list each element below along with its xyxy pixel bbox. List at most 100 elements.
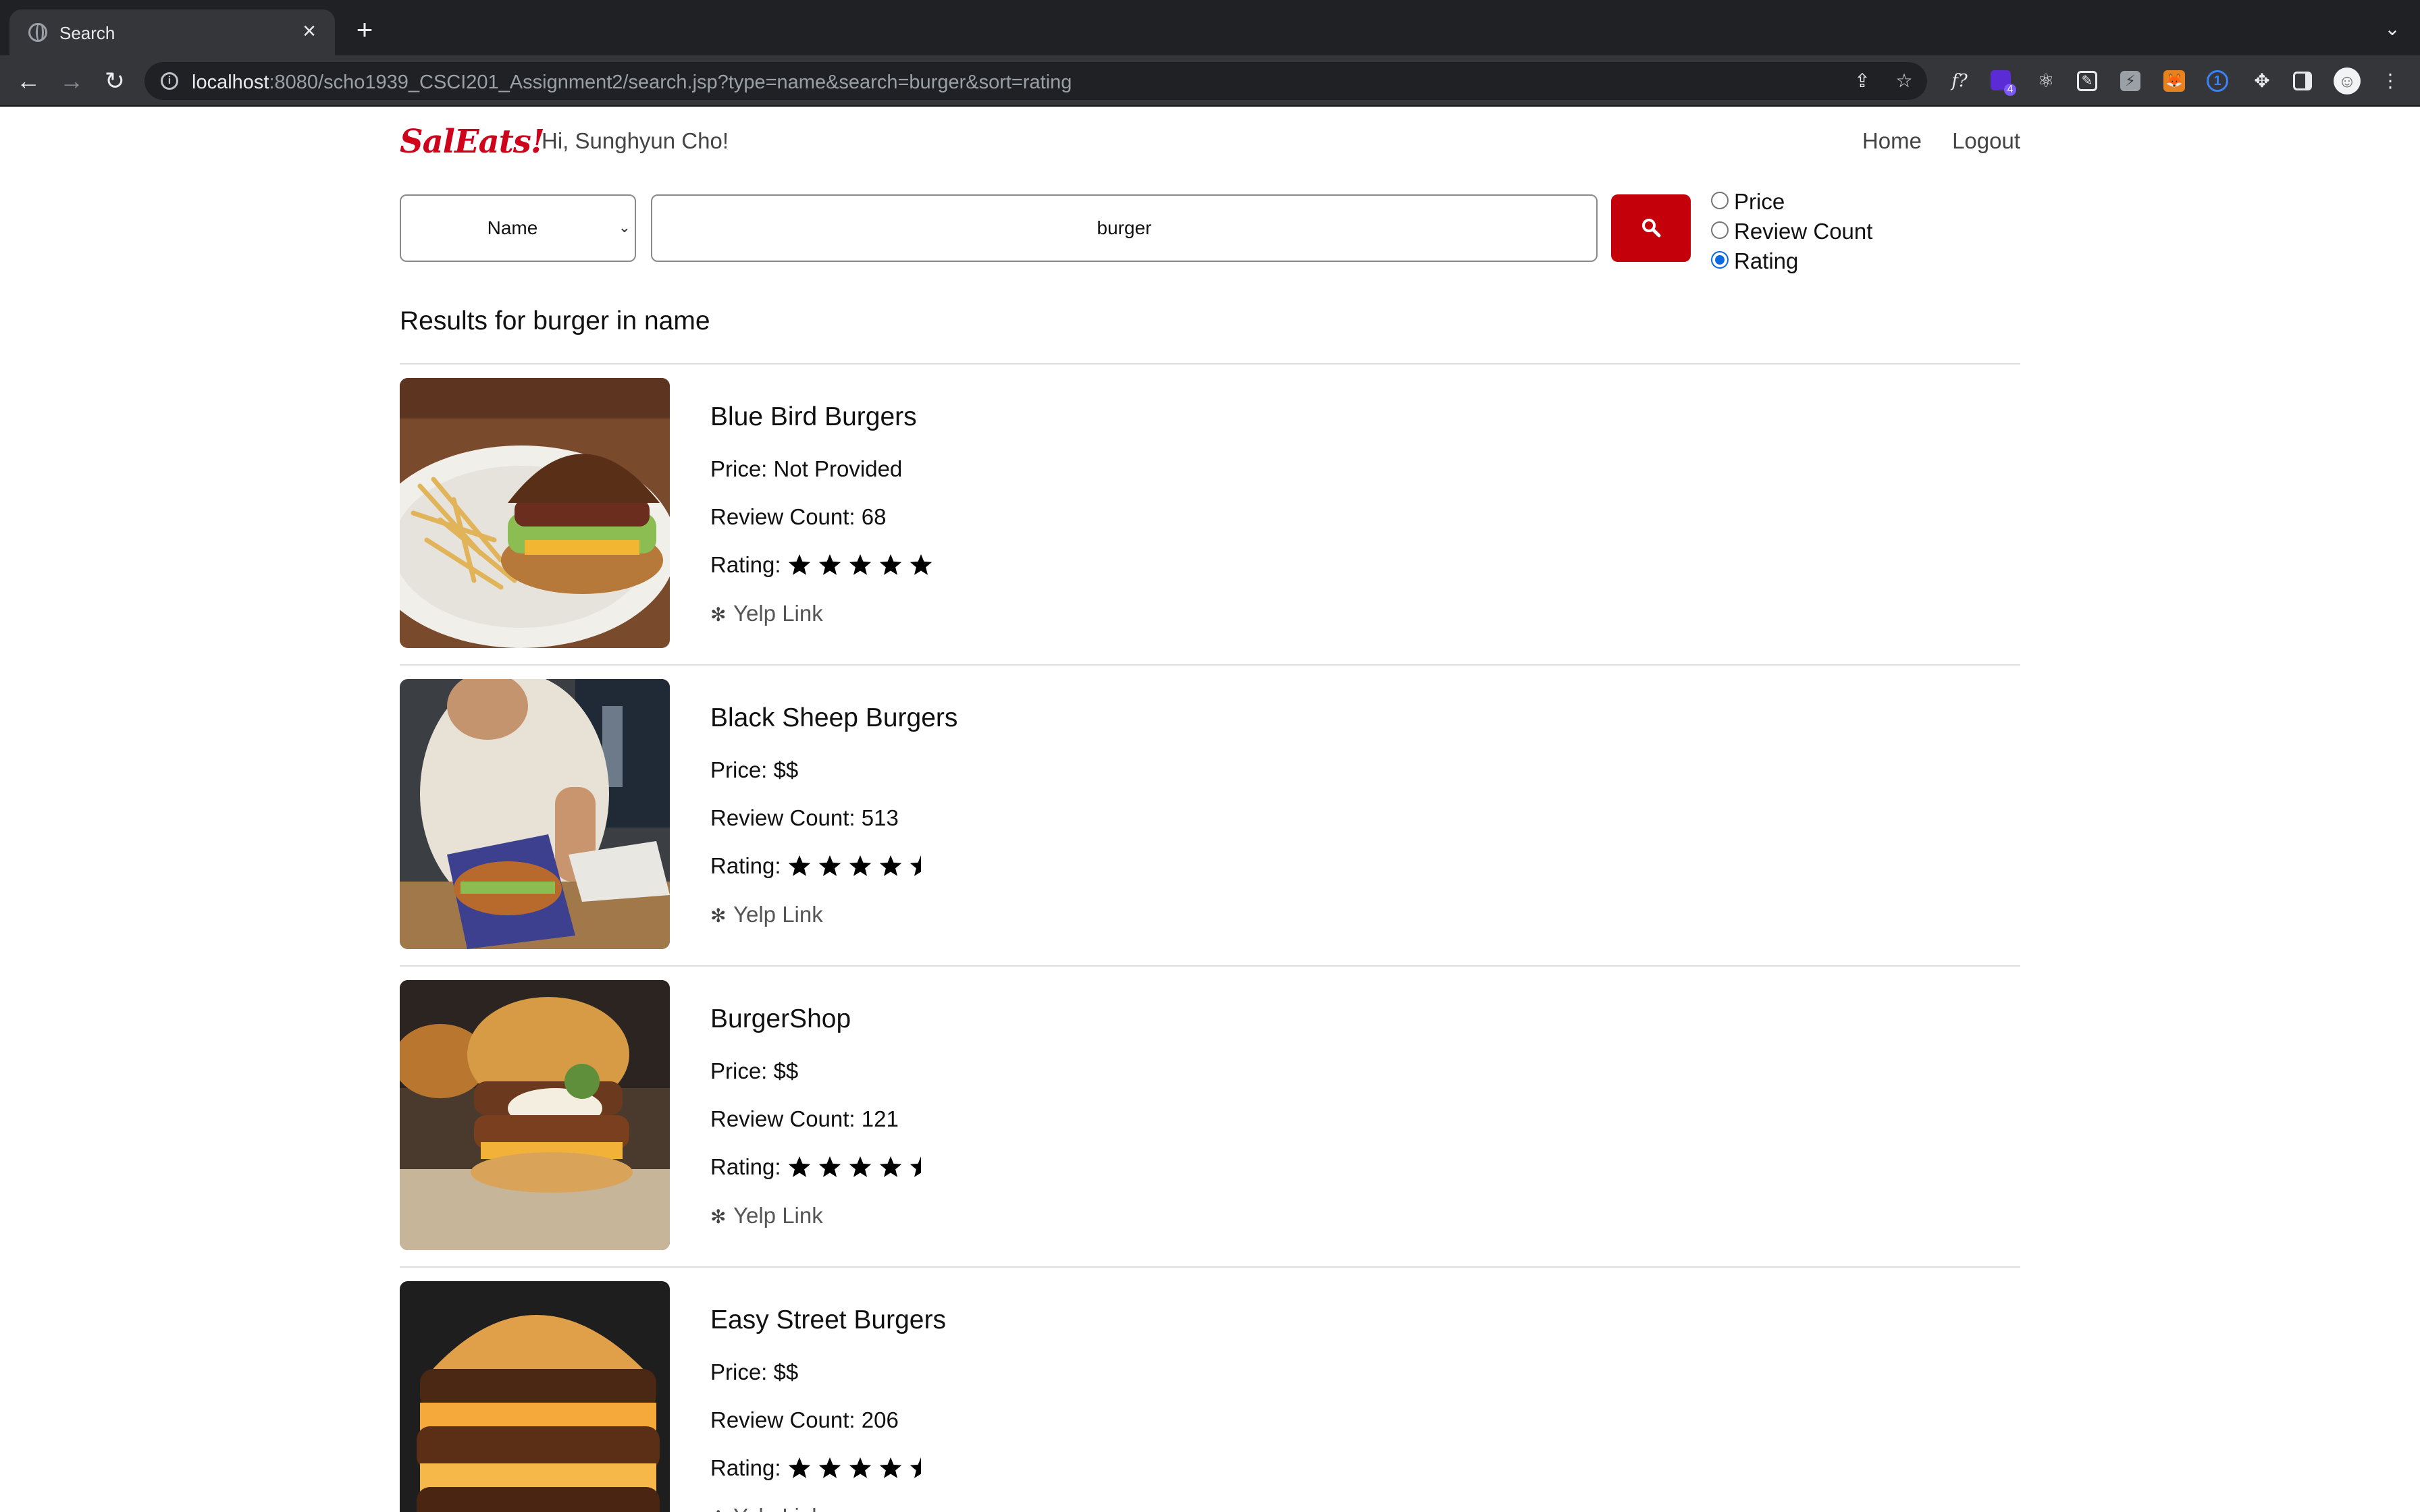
restaurant-price: Price: Not Provided <box>710 456 903 481</box>
star-icon <box>879 554 902 575</box>
star-icon <box>818 1156 841 1177</box>
restaurant-photo[interactable] <box>400 679 670 949</box>
bolt-extension-icon[interactable]: ⚡ <box>2120 71 2140 91</box>
chevron-down-icon[interactable]: ⌄ <box>2382 19 2402 39</box>
restaurant-photo[interactable] <box>400 980 670 1250</box>
restaurant-name[interactable]: Black Sheep Burgers <box>710 703 957 733</box>
fox-extension-icon[interactable]: 🦊 <box>2163 70 2185 92</box>
star-icon <box>818 855 841 876</box>
globe-icon <box>28 23 47 42</box>
rating-label: Rating: <box>710 853 781 878</box>
new-tab-icon[interactable]: + <box>351 16 378 44</box>
star-rating <box>788 554 932 575</box>
main-container: SalEats! Hi, Sunghyun Cho! Home Logout N… <box>400 107 2020 1512</box>
restaurant-price: Price: $$ <box>710 1058 799 1083</box>
star-rating <box>788 855 921 876</box>
yelp-link[interactable]: ✻Yelp Link <box>710 902 823 927</box>
search-type-value: Name <box>487 217 538 238</box>
react-icon[interactable]: ⚛ <box>2034 69 2058 93</box>
greeting-text: Hi, Sunghyun Cho! <box>542 128 729 153</box>
avatar[interactable]: ☺ <box>2334 68 2361 94</box>
results-heading: Results for burger in name <box>400 306 710 335</box>
browser-tab-bar: Search × + ⌄ <box>0 0 2420 55</box>
star-icon <box>818 1457 841 1478</box>
page-content: SalEats! Hi, Sunghyun Cho! Home Logout N… <box>0 107 2420 1512</box>
star-icon <box>879 1156 902 1177</box>
more-menu-icon[interactable]: ⋮ <box>2378 69 2402 93</box>
restaurant-review-count: Review Count: 206 <box>710 1407 899 1432</box>
restaurant-name[interactable]: Blue Bird Burgers <box>710 402 917 432</box>
url-text[interactable]: localhost:8080/scho1939_CSCI201_Assignme… <box>192 72 1072 94</box>
sort-radio-review-count[interactable] <box>1711 221 1729 239</box>
info-icon[interactable]: i <box>161 72 178 90</box>
star-icon[interactable]: ☆ <box>1893 70 1915 92</box>
close-icon[interactable]: × <box>296 18 323 45</box>
browser-tab[interactable]: Search × <box>9 9 335 55</box>
yelp-link[interactable]: ✻Yelp Link <box>710 601 823 626</box>
rating-label: Rating: <box>710 552 781 577</box>
sort-label: Price <box>1734 189 1785 214</box>
result-item: Blue Bird Burgers Price: Not Provided Re… <box>400 364 2020 666</box>
extension-badge-icon[interactable]: 4 <box>1991 70 2016 96</box>
result-item: Black Sheep Burgers Price: $$ Review Cou… <box>400 666 2020 967</box>
star-icon <box>788 1156 811 1177</box>
rating-label: Rating: <box>710 1455 781 1480</box>
rating-label: Rating: <box>710 1154 781 1179</box>
font-extension-icon[interactable]: f? <box>1947 69 1972 93</box>
restaurant-name[interactable]: BurgerShop <box>710 1004 851 1034</box>
half-star-icon <box>910 1457 921 1478</box>
nav-home-link[interactable]: Home <box>1862 128 1922 154</box>
yelp-icon: ✻ <box>710 1507 729 1512</box>
restaurant-review-count: Review Count: 68 <box>710 504 887 529</box>
back-arrow-icon[interactable]: ← <box>15 68 42 94</box>
restaurant-review-count: Review Count: 121 <box>710 1106 899 1131</box>
star-rating <box>788 1156 921 1177</box>
yelp-icon: ✻ <box>710 905 727 926</box>
star-icon <box>849 1457 872 1478</box>
forward-arrow-icon[interactable]: → <box>58 68 85 94</box>
star-icon <box>849 855 872 876</box>
sort-label: Rating <box>1734 248 1799 273</box>
search-icon <box>1642 219 1661 238</box>
result-item: Easy Street Burgers Price: $$ Review Cou… <box>400 1268 2020 1512</box>
star-icon <box>788 554 811 575</box>
yelp-icon: ✻ <box>710 1206 727 1227</box>
edit-extension-icon[interactable]: ✎ <box>2077 71 2097 91</box>
side-panel-icon[interactable] <box>2293 72 2312 90</box>
search-button[interactable] <box>1611 194 1691 262</box>
star-icon <box>910 554 932 575</box>
sort-radio-price[interactable] <box>1711 192 1729 209</box>
address-bar[interactable]: i localhost:8080/scho1939_CSCI201_Assign… <box>144 62 1927 100</box>
restaurant-photo[interactable] <box>400 1281 670 1512</box>
restaurant-photo[interactable] <box>400 378 670 648</box>
search-type-select[interactable]: Name ⌄ <box>400 194 636 262</box>
restaurant-review-count: Review Count: 513 <box>710 805 899 830</box>
chevron-down-icon: ⌄ <box>618 219 631 236</box>
result-item: BurgerShop Price: $$ Review Count: 121 R… <box>400 967 2020 1268</box>
yelp-icon: ✻ <box>710 604 727 625</box>
tab-title: Search <box>59 23 115 43</box>
star-rating <box>788 1457 921 1478</box>
half-star-icon <box>910 1156 921 1177</box>
star-icon <box>849 554 872 575</box>
restaurant-price: Price: $$ <box>710 757 799 782</box>
half-star-icon <box>910 855 921 876</box>
restaurant-name[interactable]: Easy Street Burgers <box>710 1305 946 1335</box>
password-manager-icon[interactable]: 1 <box>2207 70 2228 92</box>
star-icon <box>879 855 902 876</box>
reload-icon[interactable]: ↻ <box>101 68 128 94</box>
nav-logout-link[interactable]: Logout <box>1952 128 2020 154</box>
star-icon <box>788 1457 811 1478</box>
star-icon <box>879 1457 902 1478</box>
sort-radio-rating[interactable] <box>1711 251 1729 269</box>
search-input[interactable] <box>651 194 1598 262</box>
brand-logo[interactable]: SalEats! <box>400 123 545 161</box>
sort-label: Review Count <box>1734 219 1873 244</box>
restaurant-price: Price: $$ <box>710 1359 799 1384</box>
yelp-link[interactable]: ✻Yelp Link <box>710 1504 823 1512</box>
yelp-link[interactable]: ✻Yelp Link <box>710 1203 823 1228</box>
star-icon <box>818 554 841 575</box>
star-icon <box>849 1156 872 1177</box>
puzzle-icon[interactable]: ✥ <box>2250 69 2274 93</box>
share-icon[interactable]: ⇪ <box>1851 70 1873 92</box>
